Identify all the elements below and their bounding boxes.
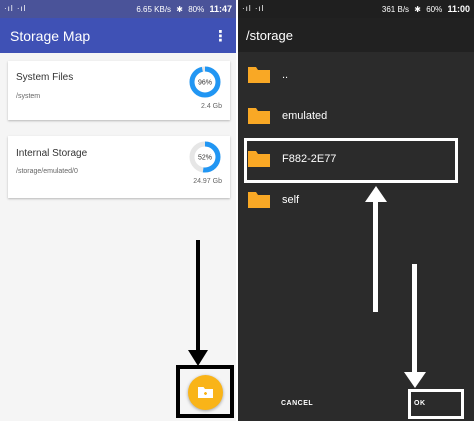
card-size: 24.97 Gb [193,178,222,185]
picker-header: /storage [238,18,474,52]
folder-icon [248,108,270,124]
signal-indicator: ·ıl ·ıl [4,4,27,13]
clock: 11:47 [209,4,232,14]
annotation-arrow-shaft [412,264,417,374]
app-title: Storage Map [10,28,91,44]
select-folder-fab[interactable] [188,375,223,410]
annotation-arrow-shaft [196,240,200,358]
annotation-arrow-head [404,372,426,388]
card-title: System Files [16,72,74,83]
usage-donut-chart: 96% [189,66,221,98]
folder-icon [248,67,270,83]
folder-item-parent[interactable]: .. [238,56,474,96]
card-title: Internal Storage [16,148,88,159]
usage-donut-chart: 52% [189,141,221,173]
folder-icon [248,192,270,208]
usage-percent: 52% [198,155,212,162]
overflow-menu-icon[interactable]: ⋮ [213,27,228,45]
folder-item-self[interactable]: self [238,181,474,221]
folder-label: .. [282,69,289,81]
annotation-arrow-head [188,350,208,366]
folder-item-emulated[interactable]: emulated [238,97,474,137]
bluetooth-icon: ✱ [414,5,421,14]
app-bar: Storage Map ⋮ [0,18,236,53]
status-bar: ·ıl ·ıl 361 B/s ✱ 60% 11:00 [238,0,474,18]
card-path: /storage/emulated/0 [16,168,78,175]
card-size: 2.4 Gb [200,103,222,110]
highlight-box-fab [176,365,234,418]
signal-indicator: ·ıl ·ıl [242,4,265,13]
highlight-box-ok [408,389,464,419]
usage-percent: 96% [198,80,212,87]
storage-card-system[interactable]: System Files /system 2.4 Gb 96% [8,61,230,120]
folder-icon [198,387,213,398]
folder-label: emulated [282,110,328,122]
folder-label: self [282,194,300,206]
status-right: 6.65 KB/s ✱ 80% 11:47 [133,4,232,14]
battery-level: 80% [188,5,205,14]
current-path: /storage [246,28,293,43]
status-bar: ·ıl ·ıl 6.65 KB/s ✱ 80% 11:47 [0,0,236,18]
status-right: 361 B/s ✱ 60% 11:00 [379,4,470,14]
cancel-button[interactable]: CANCEL [281,400,313,407]
highlight-box-folder [244,138,458,183]
annotation-arrow-shaft [373,200,378,312]
battery-level: 60% [426,5,443,14]
bluetooth-icon: ✱ [176,5,183,14]
network-speed: 6.65 KB/s [136,5,172,14]
storage-map-screen: ·ıl ·ıl 6.65 KB/s ✱ 80% 11:47 Storage Ma… [0,0,236,421]
storage-card-internal[interactable]: Internal Storage /storage/emulated/0 24.… [8,136,230,198]
card-path: /system [16,93,41,100]
network-speed: 361 B/s [381,5,410,14]
folder-picker-screen: ·ıl ·ıl 361 B/s ✱ 60% 11:00 /storage .. … [238,0,474,421]
clock: 11:00 [447,4,470,14]
